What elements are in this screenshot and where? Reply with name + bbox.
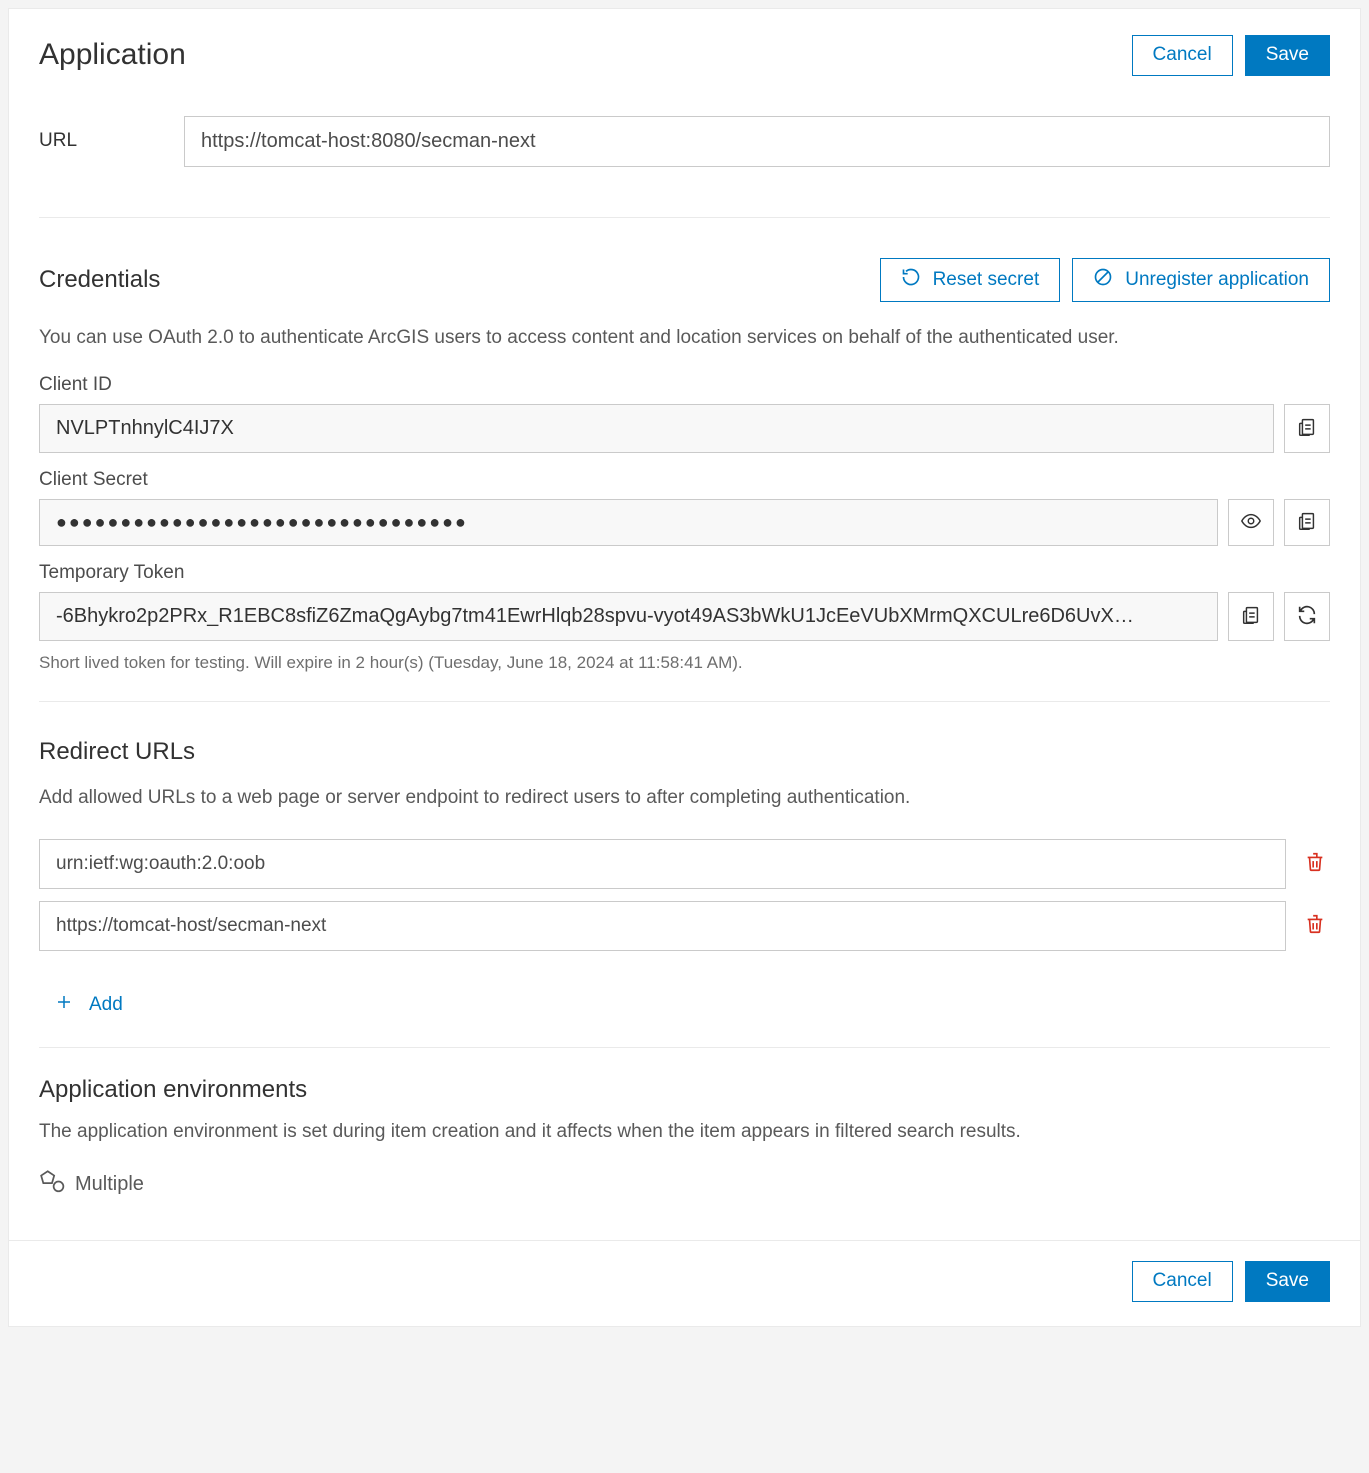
credentials-title: Credentials bbox=[39, 266, 160, 294]
delete-redirect-button[interactable] bbox=[1300, 911, 1330, 941]
clipboard-icon bbox=[1296, 416, 1318, 441]
redirect-url-input[interactable] bbox=[39, 839, 1286, 889]
page-title: Application bbox=[39, 38, 186, 72]
copy-token-button[interactable] bbox=[1228, 592, 1274, 641]
environments-description: The application environment is set durin… bbox=[39, 1104, 1330, 1147]
refresh-token-button[interactable] bbox=[1284, 592, 1330, 641]
client-secret-value[interactable]: ●●●●●●●●●●●●●●●●●●●●●●●●●●●●●●●● bbox=[39, 499, 1218, 546]
cancel-button[interactable]: Cancel bbox=[1132, 35, 1233, 76]
eye-icon bbox=[1240, 510, 1262, 535]
client-id-label: Client ID bbox=[39, 374, 1330, 396]
environments-value: Multiple bbox=[75, 1173, 144, 1196]
unregister-label: Unregister application bbox=[1125, 269, 1309, 291]
client-secret-label: Client Secret bbox=[39, 469, 1330, 491]
environments-title: Application environments bbox=[39, 1076, 1330, 1104]
clipboard-icon bbox=[1240, 604, 1262, 629]
refresh-icon bbox=[1296, 604, 1318, 629]
credentials-description: You can use OAuth 2.0 to authenticate Ar… bbox=[9, 302, 1360, 363]
copy-client-id-button[interactable] bbox=[1284, 404, 1330, 453]
temp-token-hint: Short lived token for testing. Will expi… bbox=[9, 645, 1360, 701]
footer-cancel-button[interactable]: Cancel bbox=[1132, 1261, 1233, 1302]
add-redirect-button[interactable]: Add bbox=[9, 975, 153, 1047]
reset-icon bbox=[901, 267, 921, 293]
ban-icon bbox=[1093, 267, 1113, 293]
trash-icon bbox=[1304, 851, 1326, 876]
delete-redirect-button[interactable] bbox=[1300, 849, 1330, 879]
reset-secret-button[interactable]: Reset secret bbox=[880, 258, 1061, 302]
clipboard-icon bbox=[1296, 510, 1318, 535]
url-label: URL bbox=[39, 130, 89, 152]
footer-save-button[interactable]: Save bbox=[1245, 1261, 1330, 1302]
redirect-description: Add allowed URLs to a web page or server… bbox=[39, 766, 1330, 827]
plus-icon bbox=[55, 993, 73, 1017]
environments-icon bbox=[39, 1168, 65, 1200]
redirect-title: Redirect URLs bbox=[39, 738, 1330, 766]
client-id-value[interactable]: NVLPTnhnylC4IJ7X bbox=[39, 404, 1274, 453]
redirect-url-row bbox=[39, 901, 1330, 951]
add-label: Add bbox=[89, 994, 123, 1016]
save-button[interactable]: Save bbox=[1245, 35, 1330, 76]
copy-secret-button[interactable] bbox=[1284, 499, 1330, 546]
redirect-url-input[interactable] bbox=[39, 901, 1286, 951]
redirect-url-row bbox=[39, 839, 1330, 889]
temp-token-label: Temporary Token bbox=[39, 562, 1330, 584]
url-input[interactable] bbox=[184, 116, 1330, 167]
unregister-button[interactable]: Unregister application bbox=[1072, 258, 1330, 302]
reset-secret-label: Reset secret bbox=[933, 269, 1040, 291]
trash-icon bbox=[1304, 913, 1326, 938]
show-secret-button[interactable] bbox=[1228, 499, 1274, 546]
temp-token-value[interactable]: -6Bhykro2p2PRx_R1EBC8sfiZ6ZmaQgAybg7tm41… bbox=[39, 592, 1218, 641]
